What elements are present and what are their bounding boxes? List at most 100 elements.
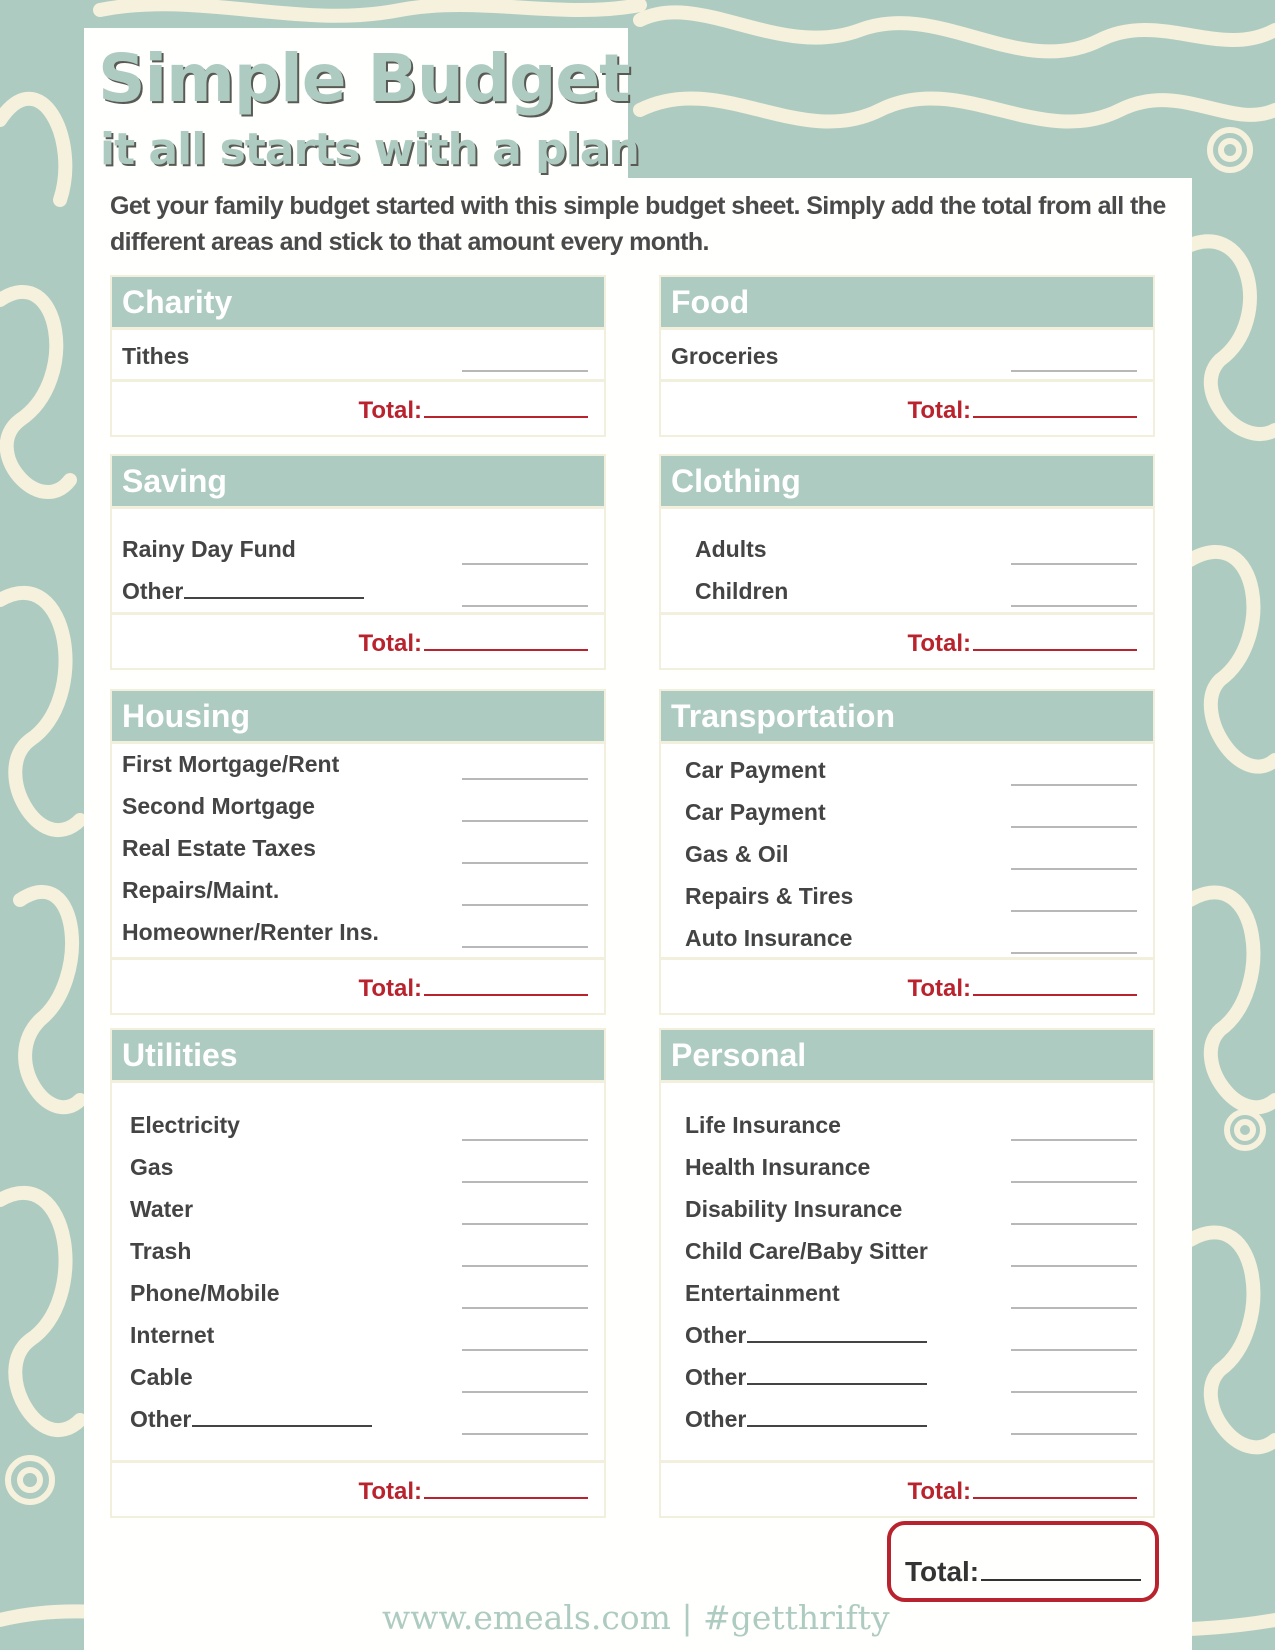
budget-line-item: Groceries	[671, 343, 1137, 374]
amount-blank[interactable]	[1011, 604, 1137, 607]
section-total-label: Total:	[907, 975, 971, 1002]
amount-blank[interactable]	[462, 562, 588, 565]
line-item-label: Car Payment	[685, 757, 826, 784]
section-total-blank[interactable]	[973, 1496, 1137, 1499]
amount-blank[interactable]	[1011, 1432, 1137, 1435]
amount-blank[interactable]	[1011, 1306, 1137, 1309]
other-description-blank[interactable]	[192, 1424, 373, 1427]
budget-line-item: Real Estate Taxes	[122, 835, 588, 866]
line-item-label: Adults	[695, 536, 767, 563]
other-description-blank[interactable]	[747, 1340, 928, 1343]
amount-blank[interactable]	[462, 1222, 588, 1225]
section-total-blank[interactable]	[424, 415, 588, 418]
grand-total-blank[interactable]	[981, 1578, 1142, 1581]
budget-line-item: Cable	[130, 1364, 588, 1395]
section-total-row: Total:	[112, 615, 604, 668]
line-item-text: Health Insurance	[685, 1154, 871, 1180]
amount-blank[interactable]	[1011, 825, 1137, 828]
section-total-row: Total:	[661, 960, 1153, 1013]
amount-blank[interactable]	[462, 903, 588, 906]
amount-blank[interactable]	[462, 1180, 588, 1183]
amount-blank[interactable]	[1011, 909, 1137, 912]
amount-blank[interactable]	[462, 945, 588, 948]
amount-blank[interactable]	[1011, 1264, 1137, 1267]
section-items: Rainy Day Fund Other	[112, 509, 604, 615]
line-item-text: Repairs/Maint.	[122, 877, 280, 903]
section-total-blank[interactable]	[424, 648, 588, 651]
line-item-label: Repairs/Maint.	[122, 877, 279, 904]
section-charity: Charity Tithes Total:	[110, 275, 606, 437]
line-item-label: Water	[130, 1196, 193, 1223]
budget-line-item: Entertainment	[685, 1280, 1137, 1311]
amount-blank[interactable]	[462, 777, 588, 780]
budget-line-item: Other	[122, 578, 588, 609]
amount-blank[interactable]	[462, 604, 588, 607]
amount-blank[interactable]	[1011, 1138, 1137, 1141]
amount-blank[interactable]	[1011, 867, 1137, 870]
section-total-row: Total:	[112, 960, 604, 1013]
section-heading: Food	[661, 277, 1153, 330]
other-description-blank[interactable]	[184, 596, 365, 599]
line-item-label: Other	[130, 1406, 373, 1433]
amount-blank[interactable]	[1011, 951, 1137, 954]
amount-blank[interactable]	[462, 819, 588, 822]
line-item-label: First Mortgage/Rent	[122, 751, 339, 778]
section-heading: Transportation	[661, 691, 1153, 744]
amount-blank[interactable]	[462, 861, 588, 864]
amount-blank[interactable]	[462, 1138, 588, 1141]
line-item-label: Repairs & Tires	[685, 883, 853, 910]
budget-line-item: Disability Insurance	[685, 1196, 1137, 1227]
amount-blank[interactable]	[1011, 562, 1137, 565]
line-item-text: Entertainment	[685, 1280, 840, 1306]
budget-line-item: Car Payment	[685, 757, 1137, 788]
grand-total[interactable]: Total:	[905, 1556, 1142, 1588]
section-total: Total:	[358, 397, 588, 425]
budget-line-item: Adults	[695, 536, 1137, 567]
line-item-text: Rainy Day Fund	[122, 536, 296, 562]
line-item-label: Child Care/Baby Sitter	[685, 1238, 928, 1265]
amount-blank[interactable]	[1011, 1222, 1137, 1225]
amount-blank[interactable]	[1011, 369, 1137, 372]
budget-line-item: Car Payment	[685, 799, 1137, 830]
budget-line-item: Repairs & Tires	[685, 883, 1137, 914]
budget-line-item: Electricity	[130, 1112, 588, 1143]
amount-blank[interactable]	[1011, 783, 1137, 786]
other-description-blank[interactable]	[747, 1424, 928, 1427]
grand-total-label: Total:	[905, 1556, 980, 1587]
amount-blank[interactable]	[462, 1348, 588, 1351]
section-total-blank[interactable]	[973, 415, 1137, 418]
section-total-blank[interactable]	[973, 993, 1137, 996]
footer-url[interactable]: www.emeals.com | #getthrifty	[382, 1598, 890, 1637]
amount-blank[interactable]	[1011, 1180, 1137, 1183]
line-item-text: Groceries	[671, 343, 779, 369]
page-subtitle: it all starts with a plan	[100, 124, 640, 175]
section-items: Adults Children	[661, 509, 1153, 615]
amount-blank[interactable]	[462, 1306, 588, 1309]
line-item-text: Car Payment	[685, 757, 826, 783]
amount-blank[interactable]	[462, 1264, 588, 1267]
line-item-text: Car Payment	[685, 799, 826, 825]
section-total-blank[interactable]	[424, 1496, 588, 1499]
line-item-label: Real Estate Taxes	[122, 835, 316, 862]
line-item-text: Child Care/Baby Sitter	[685, 1238, 928, 1264]
amount-blank[interactable]	[1011, 1348, 1137, 1351]
section-items: Tithes	[112, 330, 604, 382]
section-total-row: Total:	[661, 615, 1153, 668]
line-item-label: Auto Insurance	[685, 925, 852, 952]
other-description-blank[interactable]	[747, 1382, 928, 1385]
section-total-blank[interactable]	[973, 648, 1137, 651]
line-item-label: Tithes	[122, 343, 189, 370]
intro-text: Get your family budget started with this…	[110, 192, 1166, 256]
amount-blank[interactable]	[462, 1390, 588, 1393]
section-utilities: Utilities Electricity Gas Water Trash Phone/M…	[110, 1028, 606, 1518]
line-item-text: Tithes	[122, 343, 190, 369]
amount-blank[interactable]	[462, 369, 588, 372]
section-total-label: Total:	[907, 1478, 971, 1505]
amount-blank[interactable]	[1011, 1390, 1137, 1393]
grand-total-box: Total:	[887, 1521, 1159, 1602]
section-total-blank[interactable]	[424, 993, 588, 996]
section-total: Total:	[358, 1478, 588, 1506]
amount-blank[interactable]	[462, 1432, 588, 1435]
section-total-label: Total:	[358, 975, 422, 1002]
budget-line-item: Water	[130, 1196, 588, 1227]
